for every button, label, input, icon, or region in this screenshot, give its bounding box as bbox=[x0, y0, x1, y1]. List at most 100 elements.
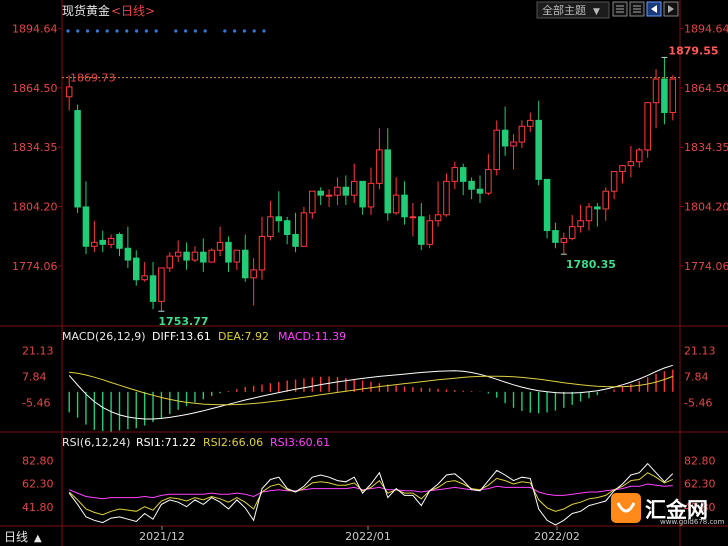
macd-value-label: MACD:11.39 bbox=[278, 330, 346, 343]
rsi-tick-label: 82.80 bbox=[22, 454, 54, 467]
macd-tick-label: -5.46 bbox=[22, 396, 50, 409]
event-dot bbox=[144, 29, 148, 33]
candle-down bbox=[476, 188, 484, 194]
macd-tick-label: 7.84 bbox=[22, 371, 47, 384]
event-dot bbox=[203, 29, 207, 33]
event-dot bbox=[193, 29, 197, 33]
candle-up bbox=[350, 180, 358, 196]
kline-chart[interactable]: 现货黄金 <日线> 全部主题 ▼ 1894.64 1864.50 1834.35 18… bbox=[0, 0, 728, 546]
event-dot bbox=[154, 29, 158, 33]
candle-up bbox=[376, 149, 383, 184]
rsi-tick-label: 82.80 bbox=[684, 454, 716, 467]
candle-up bbox=[644, 102, 651, 151]
candle-down bbox=[149, 275, 157, 302]
candle-up bbox=[91, 241, 98, 247]
candle-down bbox=[183, 251, 190, 261]
candle-up bbox=[141, 275, 148, 281]
macd-diff-label: DIFF:13.61 bbox=[152, 330, 211, 343]
candle-up bbox=[627, 161, 635, 167]
price-tick-label: 1894.64 bbox=[684, 23, 728, 36]
candle-down bbox=[459, 167, 467, 182]
event-dot bbox=[262, 29, 266, 33]
candle-up bbox=[65, 86, 73, 98]
zoom-out-button[interactable] bbox=[629, 1, 645, 17]
macd-tick-label: 21.13 bbox=[22, 345, 54, 358]
candle-up bbox=[527, 119, 534, 127]
event-dot bbox=[86, 29, 90, 33]
candle-down bbox=[342, 186, 350, 196]
candle-down bbox=[535, 119, 542, 180]
local-low-price-label: 1780.35 bbox=[566, 258, 616, 271]
candle-down bbox=[552, 230, 559, 243]
candle-down bbox=[283, 220, 291, 235]
candle-up bbox=[585, 206, 593, 222]
candle-up bbox=[652, 78, 660, 104]
candle-up bbox=[367, 182, 375, 208]
event-dot bbox=[233, 29, 237, 33]
candle-down bbox=[468, 180, 475, 190]
candle-up bbox=[493, 129, 501, 171]
candle-up bbox=[451, 167, 459, 182]
price-tick-label: 1774.06 bbox=[12, 260, 58, 273]
event-dot bbox=[184, 29, 188, 33]
period-label[interactable]: <日线> bbox=[111, 4, 155, 18]
candle-up bbox=[426, 220, 433, 245]
event-dot bbox=[223, 29, 227, 33]
event-dot bbox=[115, 29, 119, 33]
period-button[interactable]: 日线 ▲ bbox=[0, 527, 58, 546]
gold678-logo: 汇金网 www.gold678.com bbox=[611, 493, 725, 526]
candle-up bbox=[325, 194, 333, 197]
candle-down bbox=[116, 233, 123, 249]
candle-down bbox=[82, 206, 90, 247]
candle-up bbox=[250, 269, 257, 279]
theme-select-label: 全部主题 bbox=[542, 3, 586, 17]
rsi3-label: RSI3:60.61 bbox=[270, 436, 330, 449]
price-tick-label: 1804.20 bbox=[12, 201, 58, 214]
scroll-right-button[interactable] bbox=[663, 1, 679, 17]
candle-down bbox=[225, 241, 232, 263]
candle-up bbox=[267, 216, 274, 237]
rsi-tick-label: 62.30 bbox=[22, 478, 54, 491]
candle-down bbox=[292, 233, 299, 247]
macd-title: MACD(26,12,9) bbox=[62, 330, 146, 343]
event-dot bbox=[95, 29, 99, 33]
reference-price-label: 1869.73 bbox=[70, 72, 116, 85]
candle-up bbox=[636, 149, 643, 163]
price-tick-label: 1804.20 bbox=[684, 201, 728, 214]
scroll-left-button[interactable] bbox=[646, 1, 662, 17]
price-tick-label: 1864.50 bbox=[12, 82, 58, 95]
chevron-up-icon: ▲ bbox=[34, 533, 42, 544]
theme-select[interactable]: 全部主题 ▼ bbox=[536, 1, 610, 19]
candle-down bbox=[200, 251, 207, 263]
candle-down bbox=[501, 129, 509, 147]
event-dot bbox=[66, 29, 70, 33]
candle-up bbox=[166, 255, 174, 269]
price-tick-label: 1834.35 bbox=[684, 141, 728, 154]
candle-up bbox=[334, 186, 341, 196]
candle-up bbox=[409, 216, 417, 219]
price-tick-label: 1774.06 bbox=[684, 260, 728, 273]
chevron-down-icon: ▼ bbox=[593, 7, 600, 17]
candle-up bbox=[300, 212, 308, 247]
candle-down bbox=[124, 247, 132, 261]
price-tick-label: 1864.50 bbox=[684, 82, 728, 95]
candle-down bbox=[132, 257, 140, 281]
macd-tick-label: 21.13 bbox=[684, 345, 716, 358]
candle-down bbox=[359, 180, 366, 208]
rsi-axis-left: 82.80 62.30 41.80 bbox=[22, 454, 54, 514]
rsi-title: RSI(6,12,24) bbox=[62, 436, 130, 449]
candle-up bbox=[560, 237, 568, 243]
candle-down bbox=[661, 78, 668, 114]
rsi-tick-label: 41.80 bbox=[22, 501, 54, 514]
event-dot bbox=[174, 29, 178, 33]
logo-url: www.gold678.com bbox=[660, 518, 725, 526]
rsi1-label: RSI1:71.22 bbox=[136, 436, 196, 449]
candle-down bbox=[543, 178, 551, 232]
event-dot bbox=[125, 29, 129, 33]
date-tick-label: 2022/01 bbox=[345, 530, 391, 543]
candle-up bbox=[510, 141, 517, 147]
zoom-in-button[interactable] bbox=[612, 1, 628, 17]
candle-up bbox=[158, 267, 165, 302]
event-dot bbox=[135, 29, 139, 33]
symbol-title: 现货黄金 bbox=[62, 3, 110, 18]
